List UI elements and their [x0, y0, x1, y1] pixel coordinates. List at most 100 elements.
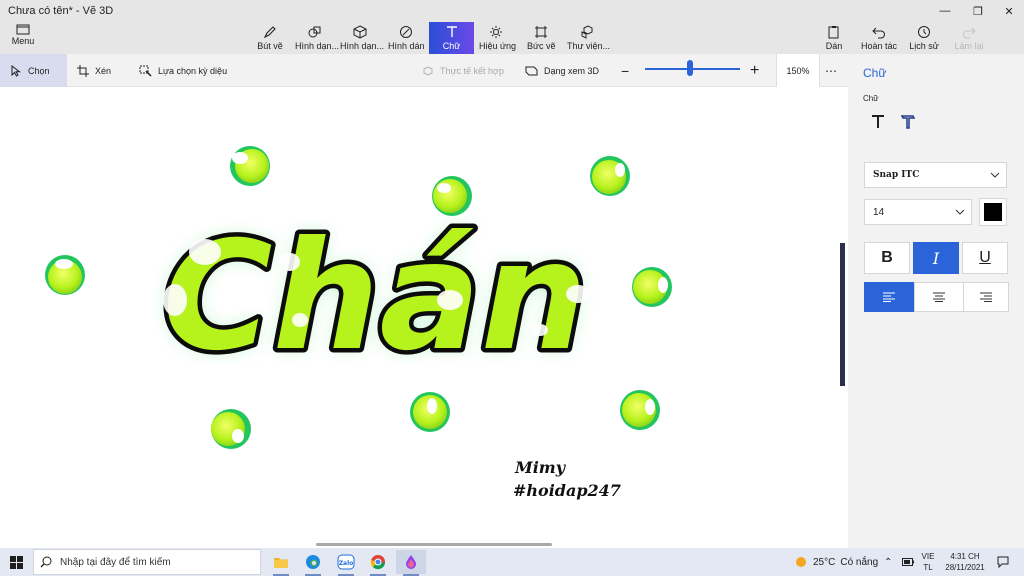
crop-tool[interactable]: Xén [77, 54, 111, 87]
windows-logo-icon [9, 555, 23, 569]
notification-icon [997, 556, 1009, 568]
redo-icon [963, 27, 976, 39]
weather-text: Có nắng [840, 556, 879, 568]
zoom-slider-thumb[interactable] [686, 60, 693, 76]
align-right-icon [980, 292, 992, 302]
zoom-in-button[interactable]: + [750, 54, 759, 87]
show-hidden-icons-button[interactable]: ⌃ [884, 548, 892, 576]
search-icon [40, 556, 52, 568]
battery-icon [902, 558, 914, 566]
window-title: Chưa có tên* - Vẽ 3D [8, 5, 114, 17]
chevron-down-icon [990, 172, 1000, 178]
horizontal-scrollbar[interactable] [316, 543, 552, 546]
tool-label: Hình dán [388, 41, 425, 51]
taskbar-edge[interactable] [298, 550, 328, 576]
font-family-value: Snap ITC [873, 170, 920, 180]
mixed-reality-button[interactable]: Thực tế kết hợp [422, 54, 504, 87]
tool-label: Hoàn tác [860, 41, 898, 51]
taskbar-paint-3d[interactable] [396, 550, 426, 576]
tool-text[interactable]: Chữ [429, 22, 474, 54]
history-button[interactable]: Lịch sử [908, 22, 940, 54]
vertical-scrollbar[interactable] [840, 243, 845, 386]
menu-label: Menu [11, 36, 35, 46]
tool-effects[interactable]: Hiệu ứng [479, 22, 517, 54]
signature-line-2[interactable]: #hoidap247 [513, 481, 621, 500]
tool-3d-shapes[interactable]: Hình dạn... [340, 22, 384, 54]
language-indicator[interactable]: VIE TL [918, 551, 938, 573]
view-3d-button[interactable]: Dạng xem 3D [525, 54, 599, 87]
minimize-button[interactable]: — [930, 0, 960, 22]
align-left-button[interactable] [864, 282, 914, 312]
chevron-down-icon [955, 209, 965, 215]
taskbar: Nhập tại đây để tìm kiếm Zalo 25°C Có nắ… [0, 548, 1024, 576]
font-size-select[interactable]: 14 [864, 199, 972, 225]
2d-text-button[interactable] [865, 110, 891, 134]
dot [620, 390, 660, 430]
paste-icon [828, 26, 839, 39]
maximize-button[interactable]: ❐ [963, 0, 993, 22]
dot [211, 409, 251, 449]
italic-button[interactable]: I [913, 242, 959, 274]
zoom-out-button[interactable]: − [621, 54, 629, 87]
tool-label: Dán [825, 41, 843, 51]
tool-canvas[interactable]: Bức vẽ [527, 22, 556, 54]
drawing-canvas[interactable]: Chán Chán Mimy #hoidap247 [0, 87, 848, 547]
magic-select-tool[interactable]: Lựa chọn kỳ diệu [139, 54, 227, 87]
clock[interactable]: 4:31 CH 28/11/2021 [940, 551, 990, 573]
edge-icon [306, 555, 320, 569]
title-bar: Chưa có tên* - Vẽ 3D — ❐ ✕ Menu Bút vẽ H… [0, 0, 1024, 54]
tool-stickers[interactable]: Hình dán [388, 22, 425, 54]
tool-2d-shapes[interactable]: Hình dạn... [295, 22, 339, 54]
taskbar-zalo[interactable]: Zalo [331, 550, 361, 576]
align-center-button[interactable] [914, 282, 964, 312]
battery-status[interactable] [902, 548, 914, 576]
menu-button[interactable]: Menu [6, 24, 40, 52]
close-button[interactable]: ✕ [994, 0, 1024, 22]
brush-icon [263, 26, 276, 39]
clock-date: 28/11/2021 [945, 563, 985, 572]
tool-3d-library[interactable]: Thư viện... [567, 22, 610, 54]
taskbar-file-explorer[interactable] [266, 550, 296, 576]
text-panel: Chữ Chữ Snap ITC 14 B I U [848, 54, 1024, 548]
canvas-toolbar: Chọn Xén Lựa chọn kỳ diệu Thực tế kết hợ… [0, 54, 848, 87]
notifications-button[interactable] [997, 548, 1009, 576]
language-top: VIE [921, 552, 935, 561]
tool-label: Bút vẽ [257, 41, 283, 51]
signature-line-1[interactable]: Mimy [514, 458, 567, 477]
bold-button[interactable]: B [864, 242, 910, 274]
view-3d-label: Dạng xem 3D [544, 65, 600, 76]
font-size-value: 14 [873, 206, 885, 218]
start-button[interactable] [0, 548, 32, 576]
tool-label: Hiệu ứng [479, 41, 517, 51]
undo-button[interactable]: Hoàn tác [860, 22, 898, 54]
crop-icon [77, 64, 89, 77]
tool-label: Lịch sử [909, 41, 939, 51]
tool-brushes[interactable]: Bút vẽ [253, 22, 287, 54]
3d-text-button[interactable] [895, 110, 921, 134]
dot [45, 255, 85, 295]
zoom-value[interactable]: 150% [776, 54, 820, 87]
dot [410, 392, 450, 432]
text-color-swatch [984, 203, 1002, 221]
weather-widget[interactable]: 25°C Có nắng [794, 548, 878, 576]
canvas-icon [535, 26, 547, 38]
2d-shapes-icon [308, 26, 321, 38]
more-options-button[interactable]: ⋯ [825, 54, 837, 87]
font-family-select[interactable]: Snap ITC [864, 162, 1007, 188]
align-right-button[interactable] [963, 282, 1009, 312]
underline-button[interactable]: U [962, 242, 1008, 274]
effects-icon [490, 26, 502, 38]
align-center-icon [933, 292, 945, 302]
taskbar-search-input[interactable]: Nhập tại đây để tìm kiếm [33, 549, 261, 575]
artwork-main-text[interactable]: Chán [158, 206, 592, 389]
chrome-icon [370, 555, 385, 570]
2d-text-icon [872, 115, 884, 128]
select-tool[interactable]: Chọn [0, 54, 67, 87]
redo-button[interactable]: Làm lại [952, 22, 986, 54]
taskbar-chrome[interactable] [363, 550, 393, 576]
tool-label: Hình dạn... [340, 41, 385, 51]
dot [230, 146, 270, 186]
text-color-picker[interactable] [979, 198, 1007, 226]
paste-button[interactable]: Dán [822, 22, 846, 54]
tool-label: Bức vẽ [527, 41, 556, 51]
